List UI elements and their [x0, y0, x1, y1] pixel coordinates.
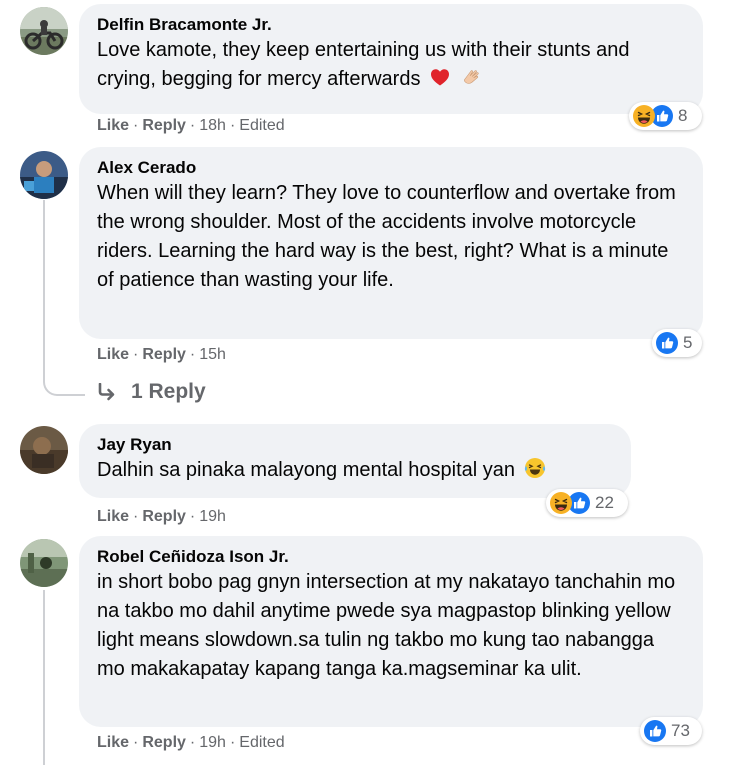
- comment-author[interactable]: Robel Ceñidoza Ison Jr.: [97, 546, 685, 568]
- reaction-summary[interactable]: 22: [546, 489, 628, 517]
- comment-actions: Like · Reply · 19h · Edited: [97, 733, 285, 753]
- separator-dot: ·: [229, 117, 236, 134]
- like-link[interactable]: Like: [97, 117, 129, 134]
- reply-link[interactable]: Reply: [142, 508, 186, 525]
- comment-bubble: Jay Ryan Dalhin sa pinaka malayong menta…: [79, 424, 631, 498]
- thread-line-vertical: [43, 590, 45, 765]
- separator-dot: ·: [189, 508, 196, 525]
- comment-actions: Like · Reply · 15h: [97, 345, 226, 365]
- comment-bubble: Robel Ceñidoza Ison Jr. in short bobo pa…: [79, 536, 703, 727]
- haha-reaction-icon: [550, 492, 572, 514]
- reply-link[interactable]: Reply: [142, 734, 186, 751]
- comment-text-body: Dalhin sa pinaka malayong mental hospita…: [97, 459, 516, 481]
- separator-dot: ·: [189, 117, 196, 134]
- separator-dot: ·: [133, 508, 139, 525]
- clapping-hands-icon: [460, 66, 482, 88]
- timestamp[interactable]: 18h: [199, 117, 226, 134]
- comment-text: Dalhin sa pinaka malayong mental hospita…: [97, 456, 613, 485]
- comment-actions: Like · Reply · 19h: [97, 507, 226, 527]
- timestamp[interactable]: 19h: [199, 734, 226, 751]
- comment-text: When will they learn? They love to count…: [97, 182, 676, 291]
- reaction-count: 22: [595, 493, 614, 512]
- like-link[interactable]: Like: [97, 508, 129, 525]
- like-reaction-icon: [656, 332, 678, 354]
- avatar[interactable]: [20, 539, 68, 587]
- separator-dot: ·: [133, 117, 139, 134]
- comment-text-body: Love kamote, they keep entertaining us w…: [97, 39, 630, 90]
- comment-author[interactable]: Jay Ryan: [97, 434, 613, 456]
- red-heart-icon: [429, 66, 451, 88]
- comment-actions: Like · Reply · 18h · Edited: [97, 116, 285, 136]
- avatar[interactable]: [20, 7, 68, 55]
- timestamp[interactable]: 15h: [199, 346, 226, 363]
- tears-of-joy-icon: [524, 457, 546, 479]
- edited-label: Edited: [239, 117, 285, 134]
- reaction-count: 73: [671, 721, 690, 740]
- separator-dot: ·: [133, 734, 139, 751]
- avatar[interactable]: [20, 426, 68, 474]
- reaction-count: 8: [678, 106, 688, 125]
- timestamp[interactable]: 19h: [199, 508, 226, 525]
- reaction-summary[interactable]: 8: [629, 102, 702, 130]
- reply-link[interactable]: Reply: [142, 117, 186, 134]
- separator-dot: ·: [189, 734, 196, 751]
- thread-line-vertical: [43, 200, 45, 378]
- comment-bubble: Alex Cerado When will they learn? They l…: [79, 147, 703, 339]
- separator-dot: ·: [229, 734, 236, 751]
- like-link[interactable]: Like: [97, 734, 129, 751]
- reaction-summary[interactable]: 73: [640, 717, 702, 745]
- thread-line-curve: [43, 376, 85, 396]
- reply-arrow-icon: [98, 383, 115, 401]
- separator-dot: ·: [189, 346, 196, 363]
- avatar[interactable]: [20, 151, 68, 199]
- like-link[interactable]: Like: [97, 346, 129, 363]
- reply-link[interactable]: Reply: [142, 346, 186, 363]
- comment-bubble: Delfin Bracamonte Jr. Love kamote, they …: [79, 4, 703, 114]
- reaction-summary[interactable]: 5: [652, 329, 702, 357]
- separator-dot: ·: [133, 346, 139, 363]
- comment-author[interactable]: Delfin Bracamonte Jr.: [97, 14, 685, 36]
- like-reaction-icon: [644, 720, 666, 742]
- comment-text: in short bobo pag gnyn intersection at m…: [97, 571, 676, 680]
- comment-author[interactable]: Alex Cerado: [97, 157, 685, 179]
- replies-count-label[interactable]: 1 Reply: [131, 380, 206, 404]
- comment-text: Love kamote, they keep entertaining us w…: [97, 36, 685, 94]
- edited-label: Edited: [239, 734, 285, 751]
- view-replies-button[interactable]: 1 Reply: [97, 380, 206, 404]
- haha-reaction-icon: [633, 105, 655, 127]
- reaction-count: 5: [683, 333, 693, 352]
